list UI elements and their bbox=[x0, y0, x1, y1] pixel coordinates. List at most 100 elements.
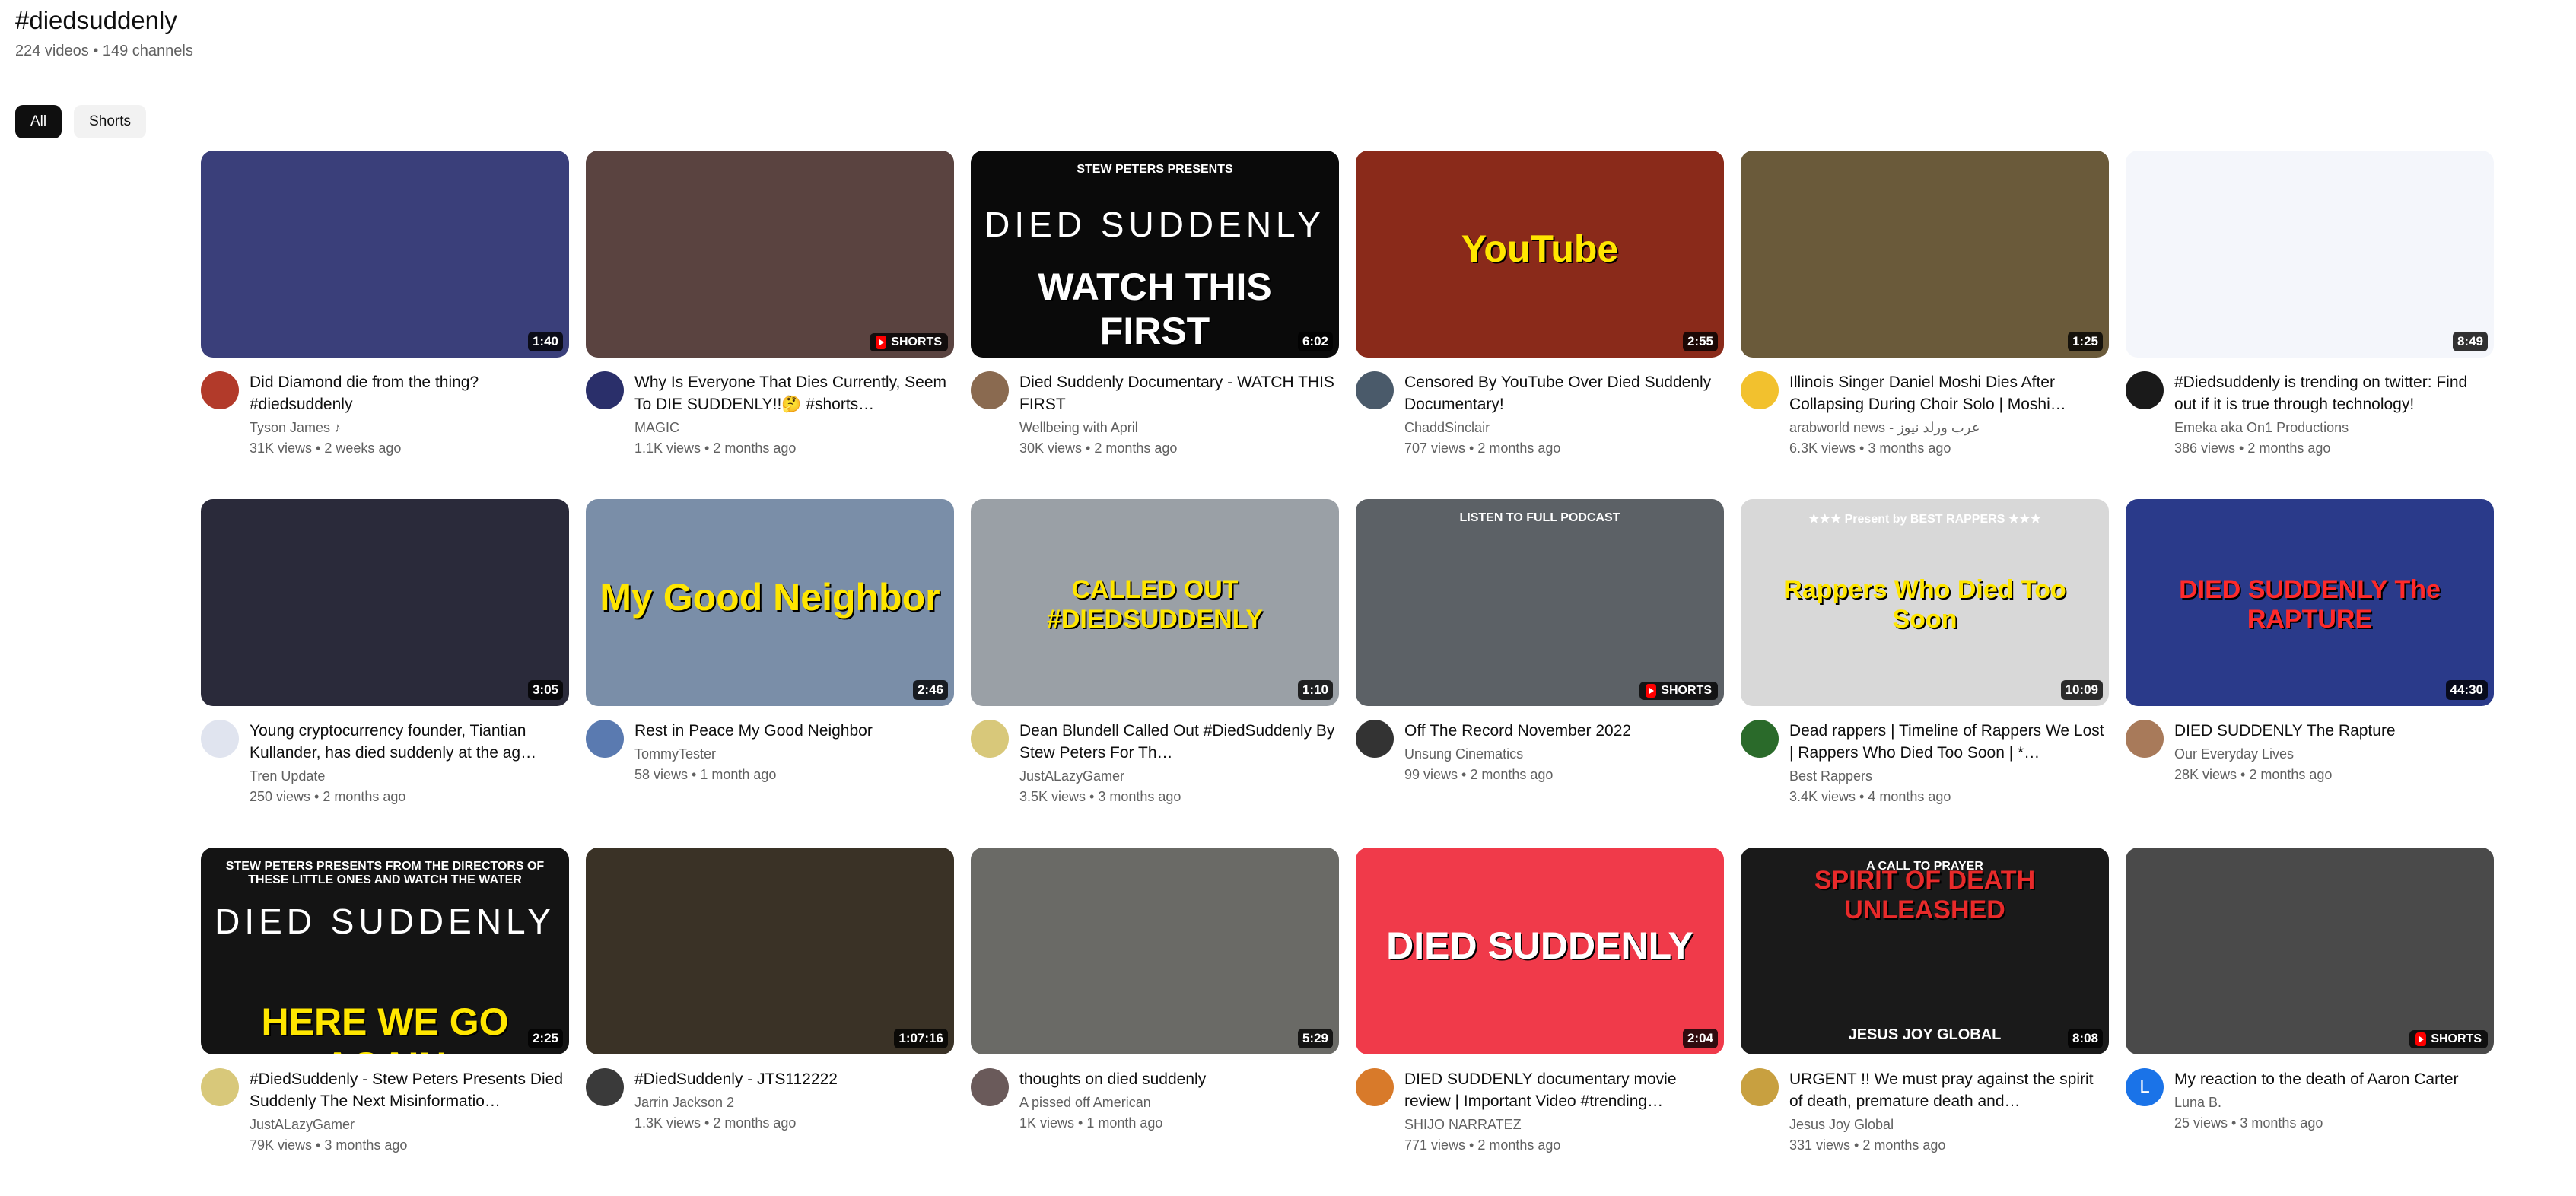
channel-avatar[interactable] bbox=[1356, 371, 1394, 409]
video-card[interactable]: 3:05 Young cryptocurrency founder, Tianti… bbox=[201, 499, 569, 848]
channel-avatar[interactable] bbox=[586, 371, 624, 409]
channel-name[interactable]: MAGIC bbox=[634, 420, 954, 436]
channel-avatar[interactable] bbox=[1741, 720, 1779, 758]
channel-name[interactable]: arabworld news - عرب ورلد نيوز bbox=[1789, 420, 2109, 436]
video-title[interactable]: Why Is Everyone That Dies Currently, See… bbox=[634, 371, 954, 415]
video-title[interactable]: #DiedSuddenly - JTS112222 bbox=[634, 1068, 954, 1090]
channel-name[interactable]: Tren Update bbox=[250, 768, 569, 784]
video-thumbnail[interactable]: ★★★ Present by BEST RAPPERS ★★★ Rappers W… bbox=[1741, 499, 2109, 706]
video-card[interactable]: A CALL TO PRAYER SPIRIT OF DEATH UNLEASHE… bbox=[1741, 848, 2109, 1196]
video-title[interactable]: URGENT !! We must pray against the spiri… bbox=[1789, 1068, 2109, 1112]
video-title[interactable]: Did Diamond die from the thing? #diedsud… bbox=[250, 371, 569, 415]
chip-all[interactable]: All bbox=[15, 105, 62, 138]
video-card[interactable]: 1:07:16 #DiedSuddenly - JTS112222 Jarrin J… bbox=[586, 848, 954, 1196]
channel-avatar[interactable] bbox=[971, 1068, 1009, 1106]
channel-name[interactable]: Jarrin Jackson 2 bbox=[634, 1095, 954, 1111]
channel-name[interactable]: JustALazyGamer bbox=[1019, 768, 1339, 784]
video-thumbnail[interactable]: STEW PETERS PRESENTS FROM THE DIRECTORS … bbox=[201, 848, 569, 1054]
thumbnail-top-text: DIED SUDDENLY bbox=[984, 205, 1325, 244]
video-title[interactable]: Young cryptocurrency founder, Tiantian K… bbox=[250, 720, 569, 764]
video-card[interactable]: 5:29 thoughts on died suddenly A pissed of… bbox=[971, 848, 1339, 1196]
channel-avatar[interactable] bbox=[201, 371, 239, 409]
channel-name[interactable]: Unsung Cinematics bbox=[1404, 746, 1724, 762]
video-thumbnail[interactable]: 3:05 bbox=[201, 499, 569, 706]
video-card[interactable]: DIED SUDDENLY 2:04 DIED SUDDENLY documenta… bbox=[1356, 848, 1724, 1196]
channel-name[interactable]: Tyson James ♪ bbox=[250, 420, 569, 436]
channel-name[interactable]: Wellbeing with April bbox=[1019, 420, 1339, 436]
channel-avatar[interactable] bbox=[1741, 371, 1779, 409]
video-thumbnail[interactable]: YouTube 2:55 bbox=[1356, 151, 1724, 358]
channel-name[interactable]: JustALazyGamer bbox=[250, 1117, 569, 1133]
video-thumbnail[interactable]: LISTEN TO FULL PODCAST SHORTS bbox=[1356, 499, 1724, 706]
video-duration: 1:07:16 bbox=[894, 1029, 948, 1048]
video-card[interactable]: LISTEN TO FULL PODCAST SHORTS Off The Reco… bbox=[1356, 499, 1724, 848]
video-thumbnail[interactable]: 1:40 bbox=[201, 151, 569, 358]
channel-avatar[interactable] bbox=[971, 720, 1009, 758]
video-title[interactable]: Dean Blundell Called Out #DiedSuddenly B… bbox=[1019, 720, 1339, 764]
thumbnail-overlay-text: SPIRIT OF DEATH UNLEASHED bbox=[1814, 866, 2036, 924]
video-card[interactable]: 1:40 Did Diamond die from the thing? #die… bbox=[201, 151, 569, 499]
video-title[interactable]: Died Suddenly Documentary - WATCH THIS F… bbox=[1019, 371, 1339, 415]
channel-avatar[interactable] bbox=[1741, 1068, 1779, 1106]
video-title[interactable]: Illinois Singer Daniel Moshi Dies After … bbox=[1789, 371, 2109, 415]
video-card[interactable]: DIED SUDDENLY The RAPTURE 44:30 DIED SUDDE… bbox=[2126, 499, 2494, 848]
channel-name[interactable]: Jesus Joy Global bbox=[1789, 1117, 2109, 1133]
video-card[interactable]: STEW PETERS PRESENTS FROM THE DIRECTORS … bbox=[201, 848, 569, 1196]
channel-avatar[interactable] bbox=[201, 720, 239, 758]
video-stats: 3.4K views • 4 months ago bbox=[1789, 789, 1951, 804]
video-card[interactable]: STEW PETERS PRESENTS DIED SUDDENLY WATCH T… bbox=[971, 151, 1339, 499]
video-title[interactable]: Rest in Peace My Good Neighbor bbox=[634, 720, 954, 742]
channel-name[interactable]: Luna B. bbox=[2174, 1095, 2494, 1111]
video-title[interactable]: #Diedsuddenly is trending on twitter: Fi… bbox=[2174, 371, 2494, 415]
video-thumbnail[interactable]: 8:49 bbox=[2126, 151, 2494, 358]
channel-name[interactable]: SHIJO NARRATEZ bbox=[1404, 1117, 1724, 1133]
video-thumbnail[interactable]: A CALL TO PRAYER SPIRIT OF DEATH UNLEASHE… bbox=[1741, 848, 2109, 1054]
video-title[interactable]: My reaction to the death of Aaron Carter bbox=[2174, 1068, 2494, 1090]
video-title[interactable]: DIED SUDDENLY documentary movie review |… bbox=[1404, 1068, 1724, 1112]
video-thumbnail[interactable]: SHORTS bbox=[586, 151, 954, 358]
video-thumbnail[interactable]: STEW PETERS PRESENTS DIED SUDDENLY WATCH T… bbox=[971, 151, 1339, 358]
video-title[interactable]: DIED SUDDENLY The Rapture bbox=[2174, 720, 2494, 742]
video-title[interactable]: Censored By YouTube Over Died Suddenly D… bbox=[1404, 371, 1724, 415]
channel-avatar[interactable]: L bbox=[2126, 1068, 2164, 1106]
channel-avatar[interactable] bbox=[586, 720, 624, 758]
video-thumbnail[interactable]: DIED SUDDENLY 2:04 bbox=[1356, 848, 1724, 1054]
video-thumbnail[interactable]: CALLED OUT #DIEDSUDDENLY 1:10 bbox=[971, 499, 1339, 706]
video-title[interactable]: thoughts on died suddenly bbox=[1019, 1068, 1339, 1090]
video-card[interactable]: SHORTS L My reaction to the death of Aaron… bbox=[2126, 848, 2494, 1196]
video-info: Censored By YouTube Over Died Suddenly D… bbox=[1404, 371, 1724, 456]
video-stats: 6.3K views • 3 months ago bbox=[1789, 441, 1951, 456]
video-title[interactable]: #DiedSuddenly - Stew Peters Presents Die… bbox=[250, 1068, 569, 1112]
video-thumbnail[interactable]: 1:25 bbox=[1741, 151, 2109, 358]
chip-shorts[interactable]: Shorts bbox=[74, 105, 147, 138]
channel-avatar[interactable] bbox=[2126, 371, 2164, 409]
channel-avatar[interactable] bbox=[1356, 720, 1394, 758]
video-card[interactable]: YouTube 2:55 Censored By YouTube Over Died… bbox=[1356, 151, 1724, 499]
video-stats: 58 views • 1 month ago bbox=[634, 767, 777, 782]
channel-name[interactable]: Emeka aka On1 Productions bbox=[2174, 420, 2494, 436]
channel-avatar[interactable] bbox=[1356, 1068, 1394, 1106]
channel-avatar[interactable] bbox=[971, 371, 1009, 409]
video-card[interactable]: CALLED OUT #DIEDSUDDENLY 1:10 Dean Blundel… bbox=[971, 499, 1339, 848]
channel-name[interactable]: A pissed off American bbox=[1019, 1095, 1339, 1111]
channel-name[interactable]: TommyTester bbox=[634, 746, 954, 762]
channel-avatar[interactable] bbox=[2126, 720, 2164, 758]
video-title[interactable]: Dead rappers | Timeline of Rappers We Lo… bbox=[1789, 720, 2109, 764]
video-thumbnail[interactable]: My Good Neighbor 2:46 bbox=[586, 499, 954, 706]
video-card[interactable]: SHORTS Why Is Everyone That Dies Currentl… bbox=[586, 151, 954, 499]
video-card[interactable]: 8:49 #Diedsuddenly is trending on twitter… bbox=[2126, 151, 2494, 499]
channel-name[interactable]: Best Rappers bbox=[1789, 768, 2109, 784]
video-thumbnail[interactable]: 1:07:16 bbox=[586, 848, 954, 1054]
video-title[interactable]: Off The Record November 2022 bbox=[1404, 720, 1724, 742]
video-thumbnail[interactable]: DIED SUDDENLY The RAPTURE 44:30 bbox=[2126, 499, 2494, 706]
channel-name[interactable]: ChaddSinclair bbox=[1404, 420, 1724, 436]
video-card[interactable]: My Good Neighbor 2:46 Rest in Peace My Goo… bbox=[586, 499, 954, 848]
video-thumbnail[interactable]: SHORTS bbox=[2126, 848, 2494, 1054]
video-thumbnail[interactable]: 5:29 bbox=[971, 848, 1339, 1054]
channel-avatar[interactable] bbox=[586, 1068, 624, 1106]
channel-avatar[interactable] bbox=[201, 1068, 239, 1106]
video-meta: URGENT !! We must pray against the spiri… bbox=[1741, 1068, 2109, 1153]
channel-name[interactable]: Our Everyday Lives bbox=[2174, 746, 2494, 762]
video-card[interactable]: ★★★ Present by BEST RAPPERS ★★★ Rappers W… bbox=[1741, 499, 2109, 848]
video-card[interactable]: 1:25 Illinois Singer Daniel Moshi Dies Af… bbox=[1741, 151, 2109, 499]
